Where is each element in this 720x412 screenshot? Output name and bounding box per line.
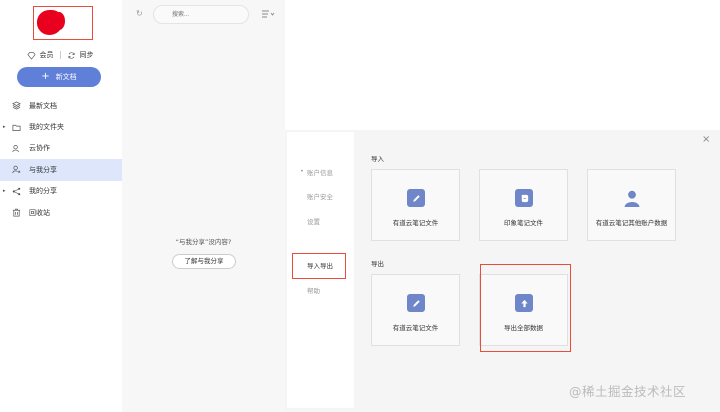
new-document-label: 新文档 — [55, 73, 77, 81]
note-list-pane: ↻ “与我分享”没内容? 了解与我分享 — [122, 0, 285, 412]
bullet-icon: • — [300, 167, 304, 175]
menu-item-help[interactable]: 帮助 — [307, 285, 320, 295]
empty-state-message: “与我分享”没内容? — [175, 238, 232, 246]
sidebar-item-label: 回收站 — [29, 208, 50, 217]
sidebar-item-collab[interactable]: 云协作 — [0, 138, 122, 159]
sidebar-item-label: 最新文档 — [29, 101, 57, 110]
plus-icon: + — [41, 71, 50, 82]
sidebar: 会员 同步 + 新文档 最新文档 ▸ 我的文件夹 云协作 与我分享 ▸ 我的分享… — [0, 0, 122, 412]
layers-icon — [12, 101, 21, 110]
chevron-right-icon[interactable]: ▸ — [3, 124, 6, 130]
sidebar-item-label: 我的分享 — [29, 187, 57, 196]
refresh-icon[interactable]: ↻ — [136, 9, 143, 18]
pencil-icon — [407, 294, 425, 312]
sync-icon — [67, 51, 76, 60]
sidebar-item-latest[interactable]: 最新文档 — [0, 95, 122, 116]
member-sync-row: 会员 同步 — [10, 49, 110, 61]
import-other-account-card[interactable]: 有道云笔记其他账户数据 — [587, 169, 676, 241]
learn-shared-button[interactable]: 了解与我分享 — [172, 254, 236, 269]
new-document-button[interactable]: + 新文档 — [17, 67, 101, 87]
sidebar-item-label: 与我分享 — [29, 165, 57, 174]
sidebar-item-trash[interactable]: 回收站 — [0, 202, 122, 223]
sidebar-item-label: 我的文件夹 — [29, 123, 64, 132]
folder-icon — [12, 123, 21, 132]
member-link[interactable]: 会员 — [26, 50, 54, 60]
trash-icon — [12, 208, 21, 217]
avatar[interactable] — [33, 6, 93, 40]
sidebar-nav: 最新文档 ▸ 我的文件夹 云协作 与我分享 ▸ 我的分享 回收站 — [0, 95, 122, 223]
user-share-icon — [12, 165, 21, 174]
card-label: 有道云笔记文件 — [392, 324, 439, 332]
search-input[interactable] — [153, 5, 249, 24]
sidebar-item-shared-with-me[interactable]: 与我分享 — [0, 159, 122, 181]
divider — [59, 51, 61, 59]
card-label: 印象笔记文件 — [504, 219, 543, 227]
chevron-right-icon[interactable]: ▸ — [3, 188, 6, 194]
pencil-icon — [407, 189, 425, 207]
diamond-icon — [26, 51, 36, 60]
highlight-box — [480, 264, 571, 352]
sidebar-item-my-shares[interactable]: ▸ 我的分享 — [0, 181, 122, 202]
member-label: 会员 — [39, 51, 54, 59]
users-icon — [12, 144, 21, 153]
user-icon — [623, 189, 641, 207]
menu-item-settings[interactable]: 设置 — [307, 216, 320, 226]
sidebar-item-label: 云协作 — [29, 144, 50, 153]
import-section-title: 导入 — [371, 155, 384, 163]
card-label: 有道云笔记其他账户数据 — [595, 219, 668, 227]
menu-item-account-security[interactable]: 账户安全 — [307, 191, 333, 201]
export-youdao-file-card[interactable]: 有道云笔记文件 — [371, 274, 460, 346]
sync-button[interactable]: 同步 — [67, 50, 94, 60]
import-youdao-file-card[interactable]: 有道云笔记文件 — [371, 169, 460, 241]
card-label: 有道云笔记文件 — [392, 219, 439, 227]
import-evernote-card[interactable]: 印象笔记文件 — [479, 169, 568, 241]
share-icon — [12, 187, 21, 196]
menu-item-account-info[interactable]: • 账户信息 — [300, 167, 333, 177]
export-section-title: 导出 — [371, 260, 384, 268]
sort-list-icon[interactable] — [261, 10, 275, 20]
evernote-icon — [515, 189, 533, 207]
close-icon[interactable]: × — [702, 134, 710, 145]
sidebar-item-folders[interactable]: ▸ 我的文件夹 — [0, 116, 122, 137]
highlight-box — [292, 253, 346, 279]
sync-label: 同步 — [79, 51, 94, 59]
watermark: @稀土掘金技术社区 — [569, 384, 687, 399]
